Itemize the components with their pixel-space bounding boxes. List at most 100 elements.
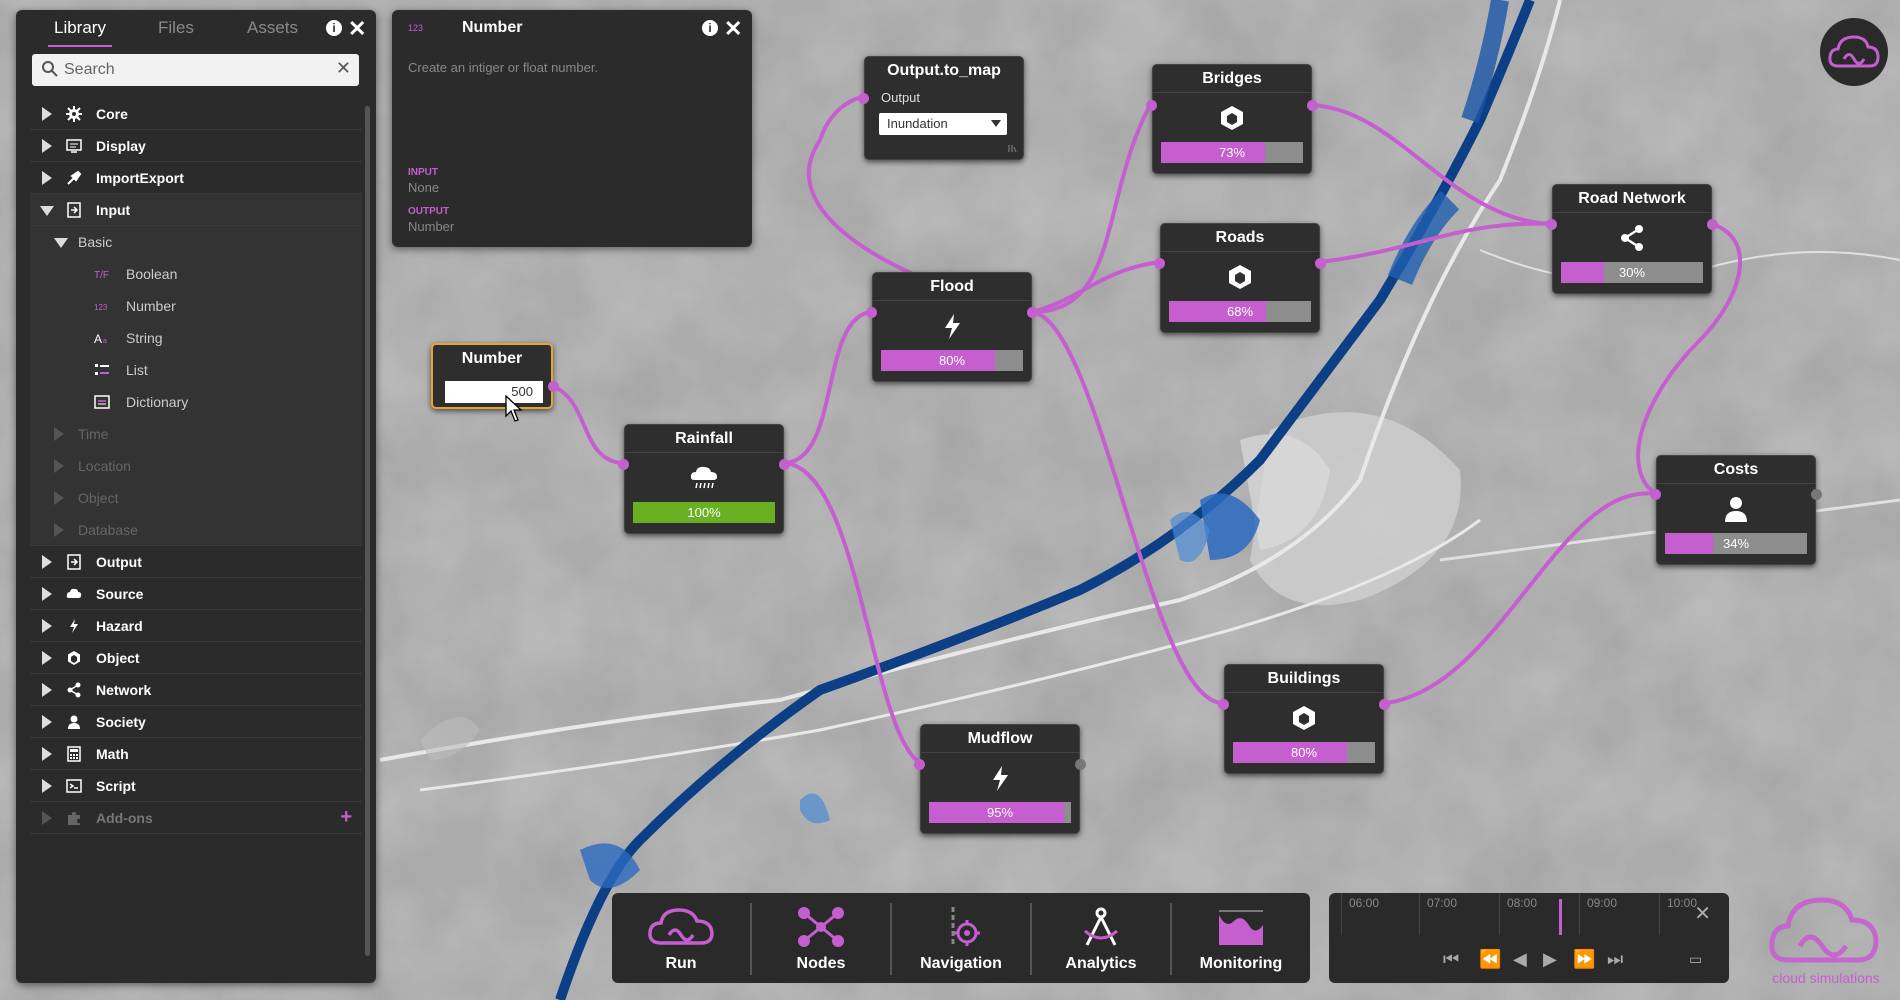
expand-arrow-icon[interactable]	[42, 747, 52, 761]
run-button[interactable]: Run	[612, 893, 750, 983]
tab-assets[interactable]: Assets	[247, 18, 298, 38]
node-buildings[interactable]: Buildings 80%	[1218, 664, 1390, 774]
rewind-icon[interactable]: ⏪	[1479, 949, 1501, 970]
expand-arrow-icon[interactable]	[54, 491, 64, 505]
library-scrollbar[interactable]	[365, 106, 370, 956]
input-port[interactable]	[1546, 219, 1557, 230]
tree-item-core[interactable]: Core	[30, 98, 362, 130]
tree-item-object-sub[interactable]: Object	[30, 482, 362, 514]
tree-item-list[interactable]: List	[30, 354, 362, 386]
analytics-button[interactable]: Analytics	[1032, 893, 1170, 983]
expand-arrow-icon[interactable]	[42, 587, 52, 601]
tree-item-basic[interactable]: Basic	[30, 226, 362, 258]
node-road-network[interactable]: Road Network 30%	[1546, 184, 1718, 294]
resize-handle-icon[interactable]	[1007, 143, 1017, 153]
node-flood[interactable]: Flood 80%	[866, 272, 1038, 382]
input-port[interactable]	[1218, 699, 1229, 710]
nodes-button[interactable]: Nodes	[752, 893, 890, 983]
close-icon[interactable]: ✕	[348, 16, 366, 42]
expand-arrow-icon[interactable]	[42, 619, 52, 633]
timeline-cursor[interactable]	[1559, 899, 1562, 935]
node-rainfall[interactable]: Rainfall 100%	[618, 424, 790, 534]
expand-arrow-icon[interactable]	[42, 651, 52, 665]
input-port[interactable]	[1650, 489, 1661, 500]
input-port[interactable]	[858, 93, 869, 104]
tree-item-number[interactable]: 123 Number	[30, 290, 362, 322]
expand-arrow-icon[interactable]	[42, 139, 52, 153]
skip-end-icon[interactable]: ⏭	[1607, 949, 1623, 970]
output-port[interactable]	[1811, 489, 1822, 500]
step-back-icon[interactable]: ◀	[1513, 949, 1527, 970]
expand-arrow-icon[interactable]	[42, 779, 52, 793]
input-port[interactable]	[914, 759, 925, 770]
node-mudflow[interactable]: Mudflow 95%	[914, 724, 1086, 834]
output-layer-select[interactable]: Inundation	[879, 113, 1007, 135]
expand-arrow-icon[interactable]	[54, 523, 64, 537]
close-icon[interactable]: ✕	[724, 16, 742, 42]
node-output-to-map[interactable]: Output.to_map Output Inundation	[858, 56, 1024, 160]
output-port[interactable]	[1315, 258, 1326, 269]
output-port[interactable]	[1307, 100, 1318, 111]
loop-icon[interactable]: ▭	[1689, 951, 1702, 968]
output-port[interactable]	[548, 381, 559, 392]
expand-arrow-icon[interactable]	[42, 811, 52, 825]
info-icon[interactable]: i	[326, 20, 342, 36]
tree-item-hazard[interactable]: Hazard	[30, 610, 362, 642]
tree-item-object[interactable]: Object	[30, 642, 362, 674]
expand-arrow-icon[interactable]	[42, 715, 52, 729]
tree-item-script[interactable]: Script	[30, 770, 362, 802]
tree-item-display[interactable]: Display	[30, 130, 362, 162]
input-port[interactable]	[866, 307, 877, 318]
collapse-arrow-icon[interactable]	[40, 206, 54, 216]
expand-arrow-icon[interactable]	[54, 459, 64, 473]
play-icon[interactable]: ▶	[1543, 949, 1557, 970]
node-roads[interactable]: Roads 68%	[1154, 223, 1326, 333]
input-port[interactable]	[1154, 258, 1165, 269]
output-port[interactable]	[779, 459, 790, 470]
info-icon[interactable]: i	[702, 20, 718, 36]
tree-item-network[interactable]: Network	[30, 674, 362, 706]
expand-arrow-icon[interactable]	[42, 107, 52, 121]
node-number[interactable]: Number 500	[431, 343, 559, 409]
input-port[interactable]	[618, 459, 629, 470]
fast-forward-icon[interactable]: ⏩	[1573, 949, 1595, 970]
output-port[interactable]	[1027, 307, 1038, 318]
tree-item-society[interactable]: Society	[30, 706, 362, 738]
clear-search-icon[interactable]: ✕	[336, 58, 351, 79]
tab-files[interactable]: Files	[158, 18, 194, 38]
tree-item-importexport[interactable]: ImportExport	[30, 162, 362, 194]
cloud-logo-button[interactable]	[1820, 18, 1888, 86]
tree-item-time[interactable]: Time	[30, 418, 362, 450]
tree-item-location[interactable]: Location	[30, 450, 362, 482]
tree-item-input[interactable]: Input	[30, 194, 362, 226]
tree-item-string[interactable]: Aa String	[30, 322, 362, 354]
add-addon-button[interactable]: +	[340, 806, 352, 829]
node-costs[interactable]: Costs 34%	[1650, 455, 1822, 565]
output-port[interactable]	[1075, 759, 1086, 770]
close-icon[interactable]: ✕	[1694, 901, 1711, 926]
tab-library[interactable]: Library	[48, 18, 112, 47]
expand-arrow-icon[interactable]	[42, 555, 52, 569]
search-input[interactable]	[64, 58, 324, 82]
tree-item-source[interactable]: Source	[30, 578, 362, 610]
navigation-button[interactable]: Navigation	[892, 893, 1030, 983]
node-bridges[interactable]: Bridges 73%	[1146, 64, 1318, 174]
number-value-input[interactable]: 500	[445, 381, 543, 403]
timeline-track[interactable]: 06:00 07:00 08:00 09:00 10:00	[1341, 893, 1697, 935]
monitoring-button[interactable]: Monitoring	[1172, 893, 1310, 983]
input-port[interactable]	[1146, 100, 1157, 111]
tree-item-boolean[interactable]: T/F Boolean	[30, 258, 362, 290]
tree-item-addons[interactable]: Add-ons +	[30, 802, 362, 834]
tree-item-database[interactable]: Database	[30, 514, 362, 546]
tree-item-dictionary[interactable]: Dictionary	[30, 386, 362, 418]
expand-arrow-icon[interactable]	[42, 171, 52, 185]
expand-arrow-icon[interactable]	[42, 683, 52, 697]
skip-start-icon[interactable]: ⏮	[1443, 949, 1459, 970]
tree-item-output[interactable]: Output	[30, 546, 362, 578]
progress-bar: 34%	[1665, 533, 1807, 554]
output-port[interactable]	[1707, 219, 1718, 230]
output-port[interactable]	[1379, 699, 1390, 710]
tree-item-math[interactable]: Math	[30, 738, 362, 770]
collapse-arrow-icon[interactable]	[54, 238, 68, 248]
expand-arrow-icon[interactable]	[54, 427, 64, 441]
